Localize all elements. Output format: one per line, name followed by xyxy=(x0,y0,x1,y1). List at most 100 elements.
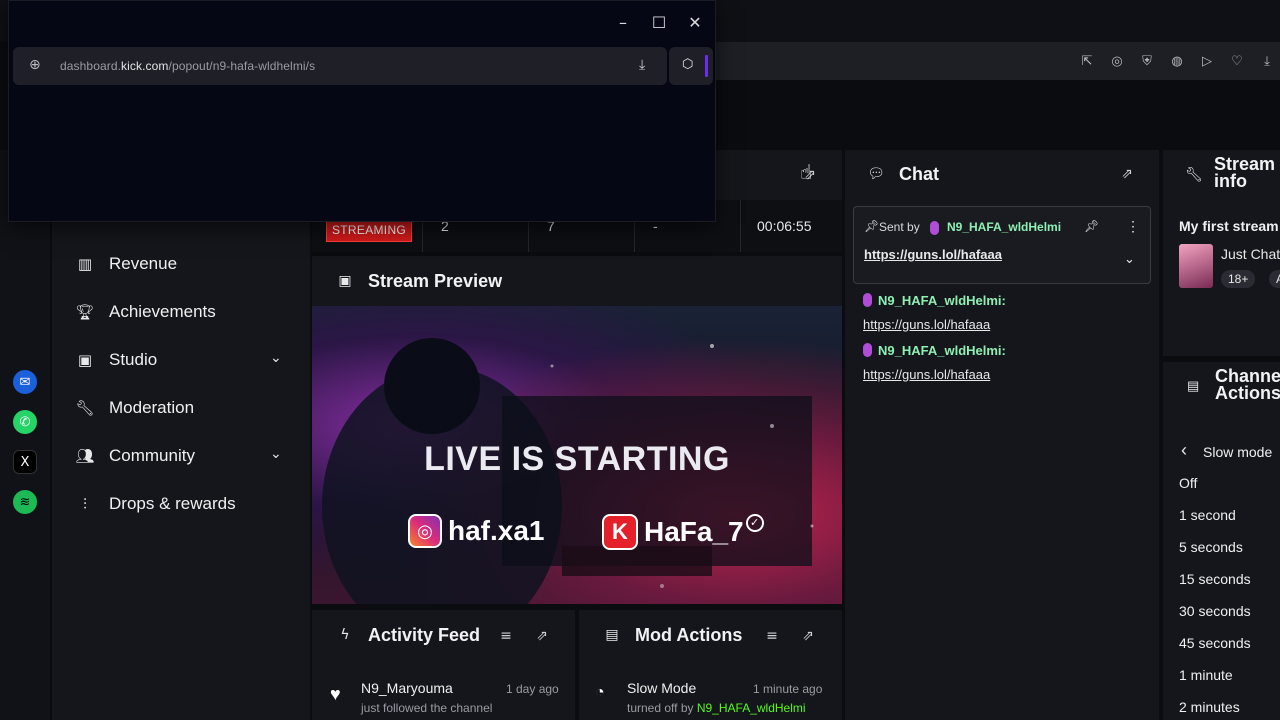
tag-badge: 18+ xyxy=(1221,270,1256,288)
more-options-icon[interactable]: ⋮ xyxy=(1126,218,1140,235)
heart-icon[interactable]: ♡ xyxy=(1228,52,1246,70)
nav-item-achievements[interactable]: 🏆︎ Achievements xyxy=(52,292,310,332)
category-name[interactable]: Just Chatting xyxy=(1221,246,1280,262)
close-icon[interactable]: ✕ xyxy=(685,13,705,33)
popout-window: – ☐ ✕ ⊕ dashboard.kick.com/popout/n9-haf… xyxy=(8,0,716,222)
pin-icon: 📌︎ xyxy=(864,219,880,233)
chat-icon: 💬︎ xyxy=(867,166,885,182)
chat-username[interactable]: N9_HAFA_wldHelmi: xyxy=(878,293,1006,308)
pinned-sent-by: Sent by xyxy=(879,220,920,234)
nav-item-moderation[interactable]: 🔧︎ Moderation xyxy=(52,388,310,428)
mod-action-desc: turned off by N9_HAFA_wldHelmi xyxy=(627,701,806,715)
chat-username[interactable]: N9_HAFA_wldHelmi: xyxy=(878,343,1006,358)
play-icon[interactable]: ▷ xyxy=(1198,52,1216,70)
mod-actions-panel: ▤ Mod Actions ≡ ⇗ ◔ Slow Mode 1 minute a… xyxy=(579,610,842,720)
browser-toolbar: ⇱ ◎ ⛨ ◍ ▷ ♡ ⤓ xyxy=(716,42,1280,80)
pinned-link[interactable]: https://guns.lol/hafaaa xyxy=(864,247,1002,262)
panel-title: Stream info xyxy=(1214,155,1275,190)
mod-action-desc-prefix: turned off by xyxy=(627,701,694,715)
nav-item-drops-rewards[interactable]: ⫶ Drops & rewards xyxy=(52,484,310,524)
nav-item-community[interactable]: 👥︎ Community ⌄ xyxy=(52,436,310,476)
url-prefix: dashboard. xyxy=(60,59,122,73)
pinned-message: 📌︎ Sent by N9_HAFA_wldHelmi 📌︎ ⋮ https:/… xyxy=(853,206,1151,284)
camera-icon[interactable]: ◎ xyxy=(1108,52,1126,70)
preview-heading: LIVE IS STARTING xyxy=(424,440,730,478)
mic-badge-icon xyxy=(930,221,939,235)
category-thumbnail[interactable] xyxy=(1179,244,1213,288)
url-domain: kick.com xyxy=(121,59,169,73)
chat-link[interactable]: https://guns.lol/hafaaa xyxy=(863,317,990,332)
filter-icon[interactable]: ≡ xyxy=(764,628,780,644)
vpn-icon[interactable]: ◍ xyxy=(1168,52,1186,70)
download-icon[interactable]: ⤓ xyxy=(639,57,645,73)
kick-handle: HaFa_7 xyxy=(644,516,744,547)
mod-action-name: Slow Mode xyxy=(627,680,697,696)
app-dock: ✉ ✆ X ≋ xyxy=(0,150,50,720)
slow-mode-option[interactable]: 1 second xyxy=(1179,507,1236,523)
slow-mode-option[interactable]: Off xyxy=(1179,475,1197,491)
chevron-down-icon[interactable]: ⌄ xyxy=(1124,251,1135,267)
back-icon[interactable]: ‹ xyxy=(1181,440,1187,461)
mic-badge-icon xyxy=(863,343,872,357)
popout-icon[interactable]: ⇗ xyxy=(1119,166,1135,182)
address-bar[interactable]: ⊕ dashboard.kick.com/popout/n9-hafa-wldh… xyxy=(13,47,667,85)
revenue-icon: ▥ xyxy=(77,255,93,273)
tag-badge: A xyxy=(1269,270,1280,288)
slow-mode-option[interactable]: 2 minutes xyxy=(1179,699,1240,715)
pinned-user[interactable]: N9_HAFA_wldHelmi xyxy=(947,220,1061,234)
slow-mode-option[interactable]: 30 seconds xyxy=(1179,603,1251,619)
slow-mode-option[interactable]: 5 seconds xyxy=(1179,539,1243,555)
shield-icon[interactable]: ⛨ xyxy=(1138,52,1156,70)
panel-title: Stream Preview xyxy=(368,270,503,291)
slow-mode-option[interactable]: 1 minute xyxy=(1179,667,1233,683)
minimize-icon[interactable]: – xyxy=(613,13,633,33)
actions-icon: ▤ xyxy=(1187,378,1200,393)
stream-info-panel: 🔧︎ Stream info My first stream Just Chat… xyxy=(1163,150,1280,356)
chevron-down-icon[interactable]: ⌄ xyxy=(270,446,288,464)
community-icon: 👥︎ xyxy=(75,447,95,465)
stream-title: My first stream xyxy=(1179,218,1279,234)
drops-icon: ⫶ xyxy=(83,495,87,513)
nav-item-revenue[interactable]: ▥ Revenue xyxy=(52,244,310,284)
verified-icon: ✓ xyxy=(745,514,764,532)
chat-link[interactable]: https://guns.lol/hafaaa xyxy=(863,367,990,382)
x-icon[interactable]: X xyxy=(13,450,37,474)
popout-icon[interactable]: ⇗ xyxy=(534,628,550,644)
stat-uptime: 00:06:55 xyxy=(740,200,842,252)
activity-time: 1 day ago xyxy=(506,682,559,696)
extension-button[interactable]: ⬡ xyxy=(669,47,713,85)
snail-icon: ◔ xyxy=(595,684,605,701)
studio-icon: ▣ xyxy=(77,351,93,369)
nav-label: Revenue xyxy=(109,254,178,273)
messenger-icon[interactable]: ✉ xyxy=(13,370,37,394)
cube-icon: ⬡ xyxy=(682,57,694,72)
filter-icon[interactable]: ≡ xyxy=(498,628,514,644)
stream-preview-image[interactable]: LIVE IS STARTING ◎ haf.xa1 K HaFa_7 ✓ xyxy=(312,306,842,604)
whatsapp-icon[interactable]: ✆ xyxy=(13,410,37,434)
chevron-down-icon[interactable]: ⌄ xyxy=(270,350,288,368)
activity-feed-panel: ϟ Activity Feed ≡ ⇗ ♥ N9_Maryouma 1 day … xyxy=(312,610,575,720)
slow-mode-option[interactable]: 15 seconds xyxy=(1179,571,1251,587)
nav-item-studio[interactable]: ▣ Studio ⌄ xyxy=(52,340,310,380)
mod-action-user[interactable]: N9_HAFA_wldHelmi xyxy=(697,701,806,715)
nav-label: Achievements xyxy=(109,302,216,321)
panel-title: Mod Actions xyxy=(635,624,743,645)
panel-title: Chat xyxy=(899,163,939,184)
instagram-handle: haf.xa1 xyxy=(448,515,545,546)
activity-user: N9_Maryouma xyxy=(361,680,453,696)
popout-icon[interactable]: ⇗ xyxy=(800,628,816,644)
download-icon[interactable]: ⤓ xyxy=(1258,52,1276,70)
nav-label: Moderation xyxy=(109,398,195,417)
slow-mode-option[interactable]: 45 seconds xyxy=(1179,635,1251,651)
wrench-icon: 🔧︎ xyxy=(75,399,95,417)
share-icon[interactable]: ⇱ xyxy=(1078,52,1096,70)
nav-label: Studio xyxy=(109,350,158,369)
site-info-icon[interactable]: ⊕ xyxy=(29,57,41,73)
instagram-handle-group: ◎ haf.xa1 xyxy=(408,514,545,548)
maximize-icon[interactable]: ☐ xyxy=(649,13,669,33)
chat-panel: 💬︎ Chat ⇗ 📌︎ Sent by N9_HAFA_wldHelmi 📌︎… xyxy=(845,150,1159,720)
slow-mode-label[interactable]: Slow mode xyxy=(1203,444,1272,460)
lightning-icon: ϟ xyxy=(340,627,350,643)
unpin-icon[interactable]: 📌︎ xyxy=(1084,219,1099,233)
spotify-icon[interactable]: ≋ xyxy=(13,490,37,514)
